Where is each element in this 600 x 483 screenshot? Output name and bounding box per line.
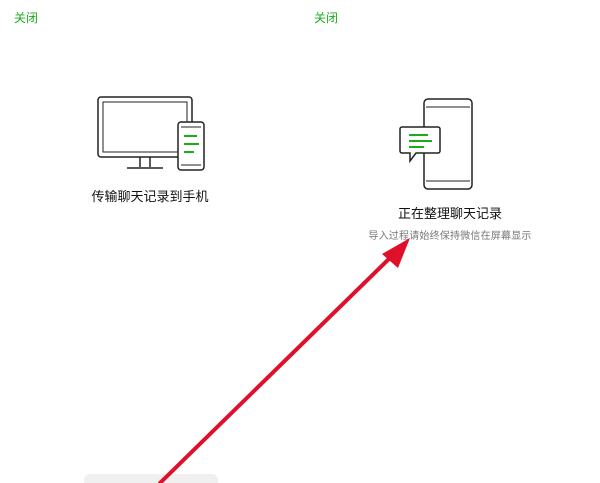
phone-with-chat-icon [399,98,473,190]
bottom-bar [84,474,218,483]
computer-and-phone-icon [97,96,205,171]
keep-screen-notice: 导入过程请始终保持微信在屏幕显示 [368,231,532,242]
organizing-status-title: 正在整理聊天记录 [397,207,502,222]
right-panel: 关闭 正在整理聊天记录 导入过程请始终保持微信在屏幕显示 [300,0,600,483]
left-panel: 关闭 传输聊天记录到手机 [0,0,300,483]
transfer-caption: 传输聊天记录到手机 [91,190,209,205]
close-button-left[interactable]: 关闭 [14,10,38,26]
close-button-right[interactable]: 关闭 [314,10,338,26]
